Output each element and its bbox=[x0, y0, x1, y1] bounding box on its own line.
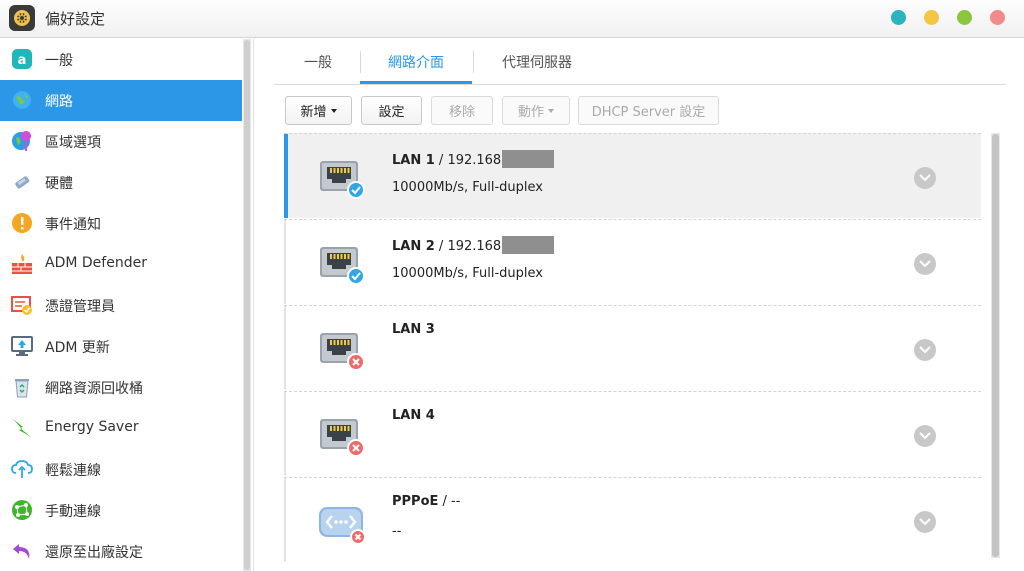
expand-row-button[interactable] bbox=[914, 511, 936, 533]
update-icon bbox=[11, 336, 33, 356]
ethernet-port-icon bbox=[320, 161, 365, 199]
tab-proxy-server[interactable]: 代理伺服器 bbox=[502, 52, 572, 72]
list-scrollbar[interactable] bbox=[991, 133, 1000, 558]
sidebar-item-easy-connect[interactable]: 輕鬆連線 bbox=[0, 449, 242, 490]
dhcp-server-settings-button[interactable]: DHCP Server 設定 bbox=[578, 96, 719, 125]
expand-row-button[interactable] bbox=[914, 253, 936, 275]
ethernet-port-icon bbox=[320, 247, 365, 285]
interface-row-pppoe[interactable]: PPPoE / -- -- bbox=[284, 477, 981, 562]
interface-speed: -- bbox=[392, 524, 402, 539]
settings-button[interactable]: 設定 bbox=[361, 96, 422, 125]
interface-list: LAN 1 / 192.168 10000Mb/s, Full-duplex L… bbox=[284, 133, 981, 571]
action-button[interactable]: 動作 bbox=[502, 96, 570, 125]
chevron-down-icon bbox=[919, 432, 931, 440]
manual-connect-icon bbox=[12, 500, 32, 520]
sidebar-item-network[interactable]: 網路 bbox=[0, 80, 242, 121]
interface-name: LAN 3 bbox=[392, 322, 435, 337]
sidebar-item-manual-connect[interactable]: 手動連線 bbox=[0, 490, 242, 531]
restore-icon bbox=[13, 544, 30, 559]
globe-icon bbox=[13, 91, 31, 109]
add-button[interactable]: 新增 bbox=[285, 96, 352, 125]
sidebar-item-hardware[interactable]: 硬體 bbox=[0, 162, 242, 203]
sidebar-scrollbar-thumb[interactable] bbox=[244, 40, 250, 570]
sidebar-item-general[interactable]: a 一般 bbox=[0, 39, 242, 80]
energy-icon bbox=[13, 419, 31, 437]
redacted-ip-block bbox=[502, 236, 555, 254]
interface-speed: 10000Mb/s, Full-duplex bbox=[392, 266, 543, 281]
certificate-icon bbox=[11, 296, 32, 315]
interface-name: LAN 1 / 192.168 bbox=[392, 150, 555, 168]
row-edge bbox=[284, 392, 286, 476]
remove-button[interactable]: 移除 bbox=[431, 96, 493, 125]
chevron-down-icon bbox=[919, 260, 931, 268]
expand-row-button[interactable] bbox=[914, 339, 936, 361]
interface-name: LAN 2 / 192.168 bbox=[392, 236, 555, 254]
sidebar-item-energy-saver[interactable]: Energy Saver bbox=[0, 408, 242, 449]
sidebar-item-region[interactable]: 區域選項 bbox=[0, 121, 242, 162]
tab-bar: 一般 網路介面 代理伺服器 bbox=[274, 39, 1006, 85]
ethernet-port-icon bbox=[320, 419, 365, 457]
firewall-icon bbox=[12, 254, 32, 274]
hardware-icon bbox=[15, 176, 30, 189]
sidebar-item-adm-defender[interactable]: ADM Defender bbox=[0, 244, 242, 285]
list-scrollbar-thumb[interactable] bbox=[992, 134, 999, 557]
interface-row-lan3[interactable]: LAN 3 bbox=[284, 305, 981, 390]
pppoe-icon bbox=[319, 507, 366, 545]
chevron-down-icon bbox=[919, 174, 931, 182]
tab-separator bbox=[473, 51, 474, 73]
minimize-window-button[interactable] bbox=[924, 10, 939, 25]
chevron-down-icon bbox=[919, 346, 931, 354]
active-tab-indicator bbox=[360, 81, 472, 84]
chevron-down-icon bbox=[919, 518, 931, 526]
interface-row-lan2[interactable]: LAN 2 / 192.168 10000Mb/s, Full-duplex bbox=[284, 219, 981, 304]
maximize-window-button[interactable] bbox=[957, 10, 972, 25]
gear-icon bbox=[9, 5, 35, 31]
svg-text:a: a bbox=[18, 53, 27, 68]
interface-row-lan4[interactable]: LAN 4 bbox=[284, 391, 981, 476]
sidebar-item-factory-reset[interactable]: 還原至出廠設定 bbox=[0, 531, 242, 571]
tab-network-interface[interactable]: 網路介面 bbox=[388, 52, 444, 72]
sidebar-scrollbar[interactable] bbox=[243, 39, 251, 571]
interface-speed: 10000Mb/s, Full-duplex bbox=[392, 180, 543, 195]
interface-row-lan1[interactable]: LAN 1 / 192.168 10000Mb/s, Full-duplex bbox=[284, 133, 981, 218]
interface-name: LAN 4 bbox=[392, 408, 435, 423]
interface-name: PPPoE / -- bbox=[392, 494, 461, 509]
sidebar-item-adm-update[interactable]: ADM 更新 bbox=[0, 326, 242, 367]
chevron-down-icon bbox=[330, 108, 337, 113]
tab-general[interactable]: 一般 bbox=[304, 52, 332, 72]
tab-separator bbox=[360, 51, 361, 73]
sidebar-item-recycle-bin[interactable]: 網路資源回收桶 bbox=[0, 367, 242, 408]
row-edge bbox=[284, 220, 286, 304]
ethernet-port-icon bbox=[320, 333, 365, 371]
chevron-down-icon bbox=[548, 108, 554, 113]
window-title: 偏好設定 bbox=[45, 10, 106, 28]
row-edge bbox=[284, 478, 286, 562]
selection-indicator bbox=[284, 134, 288, 218]
general-icon: a bbox=[12, 49, 32, 69]
sidebar-item-notification[interactable]: 事件通知 bbox=[0, 203, 242, 244]
recycle-icon bbox=[15, 379, 29, 398]
expand-row-button[interactable] bbox=[914, 167, 936, 189]
redacted-ip-block bbox=[502, 150, 555, 168]
row-edge bbox=[284, 306, 286, 390]
expand-row-button[interactable] bbox=[914, 425, 936, 447]
close-window-button[interactable] bbox=[990, 10, 1005, 25]
sidebar-item-certificate[interactable]: 憑證管理員 bbox=[0, 285, 242, 326]
cloud-connect-icon bbox=[11, 460, 33, 478]
notification-icon bbox=[12, 213, 32, 233]
panel-divider bbox=[253, 39, 254, 571]
sidebar: a 一般 網路 區域選項 硬體 事件通知 ADM Defender 憑證管理員 … bbox=[0, 39, 242, 571]
region-icon bbox=[12, 131, 32, 151]
teal-window-button[interactable] bbox=[891, 10, 906, 25]
title-bar: 偏好設定 bbox=[0, 0, 1024, 38]
